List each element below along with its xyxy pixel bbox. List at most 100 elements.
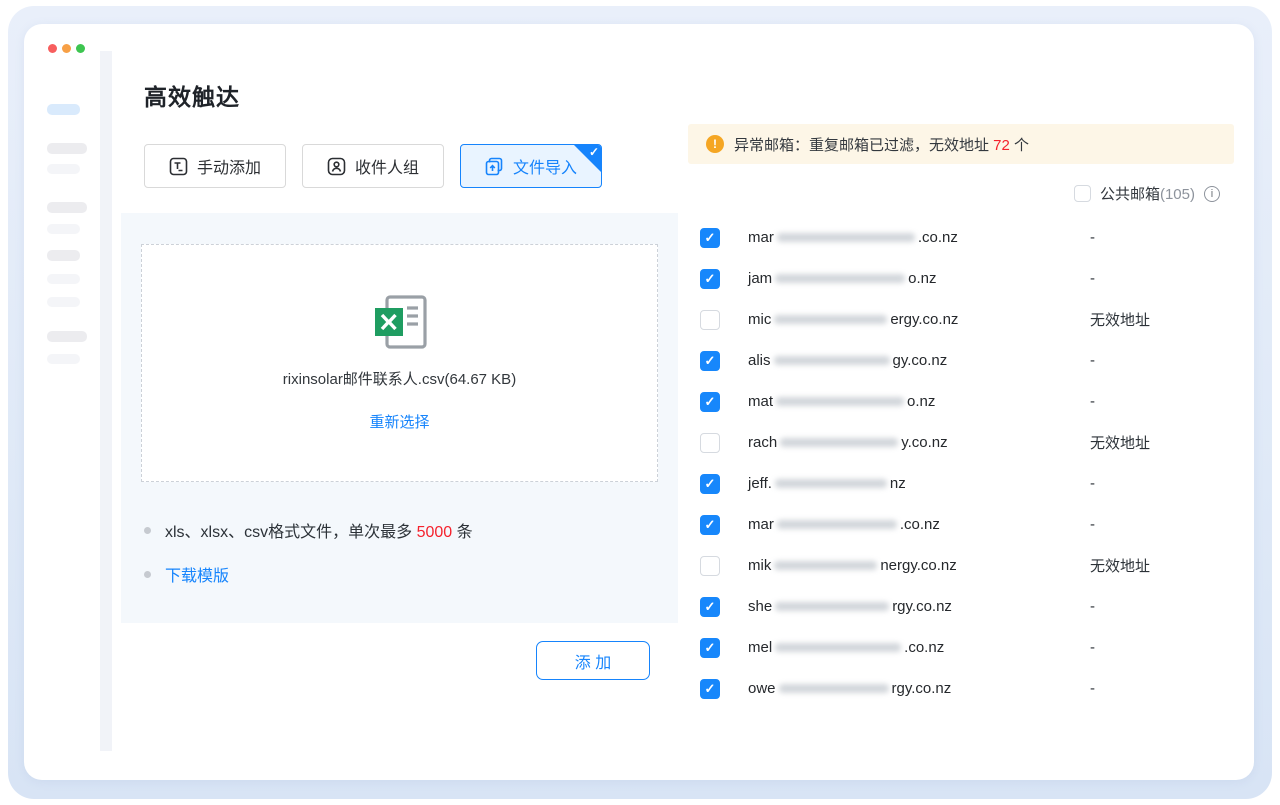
- redacted-email-segment: [775, 643, 901, 652]
- redacted-email-segment: [775, 274, 905, 283]
- redacted-email-segment: [774, 315, 887, 324]
- row-status: -: [1090, 516, 1095, 533]
- public-mailbox-row: ✓ 公共邮箱(105) i: [1074, 183, 1220, 204]
- row-status: -: [1090, 352, 1095, 369]
- reselect-link[interactable]: 重新选择: [369, 411, 429, 432]
- redacted-email-segment: [777, 233, 915, 242]
- row-checkbox[interactable]: ✓: [700, 228, 720, 248]
- minimize-window-icon[interactable]: [62, 44, 71, 53]
- public-mailbox-checkbox[interactable]: ✓: [1074, 185, 1091, 202]
- email-address: mato.nz: [748, 393, 1078, 410]
- row-status: -: [1090, 680, 1095, 697]
- row-checkbox[interactable]: ✓: [700, 679, 720, 699]
- format-hint: xls、xlsx、csv格式文件，单次最多 5000 条: [165, 518, 473, 542]
- email-row: ✓ mato.nz -: [688, 381, 1234, 422]
- sidebar-skeleton-bar: [47, 354, 80, 364]
- warning-text: 异常邮箱：重复邮箱已过滤，无效地址 72 个: [734, 134, 1029, 155]
- redacted-email-segment: [779, 684, 889, 693]
- sidebar-skeleton-bar: [47, 274, 80, 284]
- email-row: ✓ jamo.nz -: [688, 258, 1234, 299]
- sidebar-skeleton-bar: [47, 143, 87, 154]
- tab-label: 手动添加: [197, 154, 261, 178]
- row-checkbox[interactable]: ✓: [700, 269, 720, 289]
- email-row: ✓ owergy.co.nz -: [688, 668, 1234, 709]
- row-status: 无效地址: [1090, 432, 1150, 453]
- uploaded-file-name: rixinsolar邮件联系人.csv(64.67 KB): [283, 368, 516, 389]
- redacted-email-segment: [775, 602, 889, 611]
- row-status: -: [1090, 639, 1095, 656]
- row-checkbox[interactable]: ✓: [700, 351, 720, 371]
- sidebar-skeleton-bar: [47, 224, 80, 234]
- maximize-window-icon[interactable]: [76, 44, 85, 53]
- sidebar-skeleton-bar: [47, 331, 87, 342]
- window-controls: [48, 44, 85, 53]
- bullet-icon: [144, 527, 151, 534]
- row-checkbox[interactable]: ✓: [700, 433, 720, 453]
- add-button[interactable]: 添 加: [536, 641, 650, 680]
- row-checkbox[interactable]: ✓: [700, 392, 720, 412]
- email-list: ✓ mar.co.nz - ✓ jamo.nz - ✓ micergy.co.n…: [688, 217, 1234, 709]
- email-row: ✓ jeff.nz -: [688, 463, 1234, 504]
- email-address: owergy.co.nz: [748, 680, 1078, 697]
- bullet-icon: [144, 571, 151, 578]
- public-mailbox-label: 公共邮箱(105): [1100, 183, 1195, 204]
- email-row: ✓ mar.co.nz -: [688, 217, 1234, 258]
- redacted-email-segment: [774, 561, 877, 570]
- row-checkbox[interactable]: ✓: [700, 556, 720, 576]
- redacted-email-segment: [776, 397, 904, 406]
- sidebar-item-active[interactable]: [47, 104, 80, 115]
- redacted-email-segment: [777, 520, 897, 529]
- row-status: -: [1090, 229, 1095, 246]
- redacted-email-segment: [775, 479, 887, 488]
- email-row: ✓ shergy.co.nz -: [688, 586, 1234, 627]
- upload-dropzone[interactable]: rixinsolar邮件联系人.csv(64.67 KB) 重新选择: [141, 244, 658, 482]
- file-import-panel: rixinsolar邮件联系人.csv(64.67 KB) 重新选择 xls、x…: [121, 213, 678, 623]
- excel-file-icon: [371, 295, 429, 354]
- row-status: -: [1090, 598, 1095, 615]
- row-checkbox[interactable]: ✓: [700, 515, 720, 535]
- page-title: 高效触达: [144, 78, 240, 112]
- email-address: mel.co.nz: [748, 639, 1078, 656]
- email-row: ✓ alisgy.co.nz -: [688, 340, 1234, 381]
- invalid-count: 72: [993, 137, 1010, 154]
- email-address: micergy.co.nz: [748, 311, 1078, 328]
- tab-file-import[interactable]: 文件导入 ✓: [460, 144, 602, 188]
- download-template-link[interactable]: 下载模版: [165, 562, 229, 586]
- email-address: alisgy.co.nz: [748, 352, 1078, 369]
- app-card: 高效触达 手动添加 收件人组 文件导入 ✓: [24, 24, 1254, 780]
- row-checkbox[interactable]: ✓: [700, 638, 720, 658]
- email-row: ✓ micergy.co.nz 无效地址: [688, 299, 1234, 340]
- redacted-email-segment: [780, 438, 898, 447]
- row-checkbox[interactable]: ✓: [700, 597, 720, 617]
- email-address: miknergy.co.nz: [748, 557, 1078, 574]
- row-checkbox[interactable]: ✓: [700, 310, 720, 330]
- row-checkbox[interactable]: ✓: [700, 474, 720, 494]
- info-icon[interactable]: i: [1204, 186, 1220, 202]
- file-import-icon: [485, 157, 504, 176]
- tab-label: 收件人组: [355, 154, 419, 178]
- email-row: ✓ mel.co.nz -: [688, 627, 1234, 668]
- warning-icon: !: [706, 135, 724, 153]
- selected-check-icon: ✓: [589, 145, 599, 159]
- email-address: jamo.nz: [748, 270, 1078, 287]
- tab-label: 文件导入: [513, 154, 577, 178]
- sidebar-skeleton-bar: [47, 297, 80, 307]
- sidebar-skeleton-bar: [47, 164, 80, 174]
- email-address: jeff.nz: [748, 475, 1078, 492]
- email-address: shergy.co.nz: [748, 598, 1078, 615]
- tab-manual-add[interactable]: 手动添加: [144, 144, 286, 188]
- email-address: rachy.co.nz: [748, 434, 1078, 451]
- warning-banner: ! 异常邮箱：重复邮箱已过滤，无效地址 72 个: [688, 124, 1234, 164]
- close-window-icon[interactable]: [48, 44, 57, 53]
- tab-recipient-group[interactable]: 收件人组: [302, 144, 444, 188]
- max-count: 5000: [417, 524, 453, 541]
- sidebar-skeleton-bar: [47, 202, 87, 213]
- email-row: ✓ miknergy.co.nz 无效地址: [688, 545, 1234, 586]
- row-status: -: [1090, 270, 1095, 287]
- manual-add-icon: [169, 157, 188, 176]
- email-address: mar.co.nz: [748, 516, 1078, 533]
- redacted-email-segment: [774, 356, 890, 365]
- row-status: -: [1090, 393, 1095, 410]
- email-row: ✓ rachy.co.nz 无效地址: [688, 422, 1234, 463]
- sidebar-divider: [100, 51, 112, 751]
